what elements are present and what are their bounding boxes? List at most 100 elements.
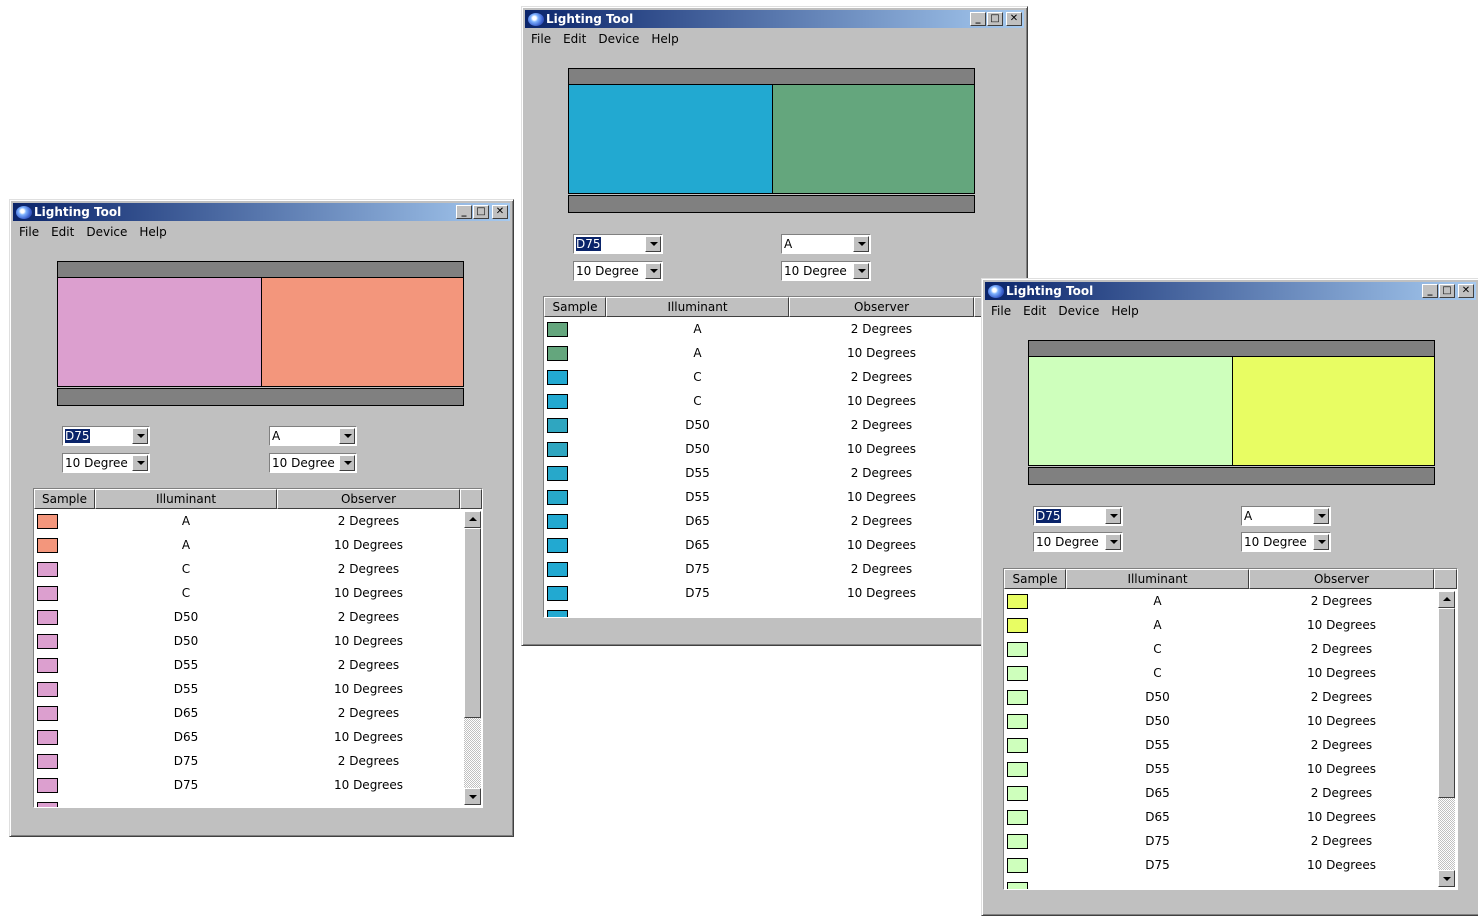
observer-select-left[interactable]: 10 Degree: [1033, 532, 1123, 552]
sample-list[interactable]: Sample Illuminant Observer A 2 Degrees A 10…: [1003, 568, 1458, 890]
observer-cell: 10 Degrees: [333, 778, 403, 792]
chevron-down-icon[interactable]: [132, 455, 148, 471]
close-icon[interactable]: ✕: [492, 205, 508, 219]
menu-device[interactable]: Device: [592, 30, 645, 50]
column-header-blank: [460, 489, 482, 509]
title-bar[interactable]: Lighting Tool _ □ ✕: [13, 203, 510, 221]
illuminant-cell: A: [1153, 618, 1162, 632]
title-bar[interactable]: Lighting Tool _ □ ✕: [985, 282, 1476, 300]
column-header-sample[interactable]: Sample: [544, 297, 606, 317]
column-header-sample[interactable]: Sample: [1004, 569, 1066, 589]
column-header-illuminant[interactable]: Illuminant: [95, 489, 277, 509]
illuminant-cell: D75: [685, 586, 710, 600]
scroll-up-icon[interactable]: [464, 511, 481, 528]
observer-cell: 2 Degrees: [337, 610, 400, 624]
lighting-tool-window-1: Lighting Tool _ □ ✕ File Edit Device Hel…: [9, 199, 514, 837]
menu-device[interactable]: Device: [80, 223, 133, 243]
menu-device[interactable]: Device: [1052, 302, 1105, 322]
title-bar[interactable]: Lighting Tool _ □ ✕: [525, 10, 1024, 28]
scroll-down-icon[interactable]: [464, 788, 481, 805]
column-header-observer[interactable]: Observer: [1249, 569, 1434, 589]
menu-file[interactable]: File: [13, 223, 45, 243]
sample-swatch: [547, 586, 568, 601]
column-header-sample[interactable]: Sample: [34, 489, 95, 509]
maximize-icon[interactable]: □: [473, 205, 489, 219]
menu-help[interactable]: Help: [133, 223, 172, 243]
illuminant-cell: D55: [1145, 762, 1170, 776]
observer-cell: 2 Degrees: [850, 514, 913, 528]
vertical-scrollbar[interactable]: [464, 511, 481, 805]
chevron-down-icon[interactable]: [1313, 508, 1329, 524]
sample-swatch: [1007, 834, 1028, 849]
observer-select-left[interactable]: 10 Degree: [573, 261, 663, 281]
sample-swatch: [37, 610, 58, 625]
sample-swatch: [1007, 786, 1028, 801]
illuminant-select-left[interactable]: D75: [573, 234, 663, 254]
chevron-down-icon[interactable]: [339, 428, 355, 444]
column-header-illuminant[interactable]: Illuminant: [606, 297, 789, 317]
sample-list[interactable]: Sample Illuminant Observer A 2 Degrees A 10…: [33, 488, 483, 808]
menu-help[interactable]: Help: [1105, 302, 1144, 322]
menu-help[interactable]: Help: [645, 30, 684, 50]
illuminant-cell: D75: [685, 562, 710, 576]
list-header: Sample Illuminant Observer: [34, 489, 482, 509]
sample-swatch: [547, 538, 568, 553]
illuminant-select-left[interactable]: D75: [1033, 506, 1123, 526]
minimize-icon[interactable]: _: [970, 12, 986, 26]
scroll-thumb[interactable]: [1438, 608, 1455, 798]
illuminant-select-right[interactable]: A: [1241, 506, 1331, 526]
sample-list[interactable]: Sample Illuminant Observer A 2 Degrees A 10…: [543, 296, 1005, 618]
column-header-illuminant[interactable]: Illuminant: [1066, 569, 1249, 589]
observer-cell: 2 Degrees: [850, 418, 913, 432]
illuminant-select-right[interactable]: A: [269, 426, 357, 446]
illuminant-select-left[interactable]: D75: [62, 426, 150, 446]
chevron-down-icon[interactable]: [1105, 534, 1121, 550]
chevron-down-icon[interactable]: [132, 428, 148, 444]
column-header-observer[interactable]: Observer: [277, 489, 460, 509]
color-preview: [57, 261, 464, 409]
menu-file[interactable]: File: [985, 302, 1017, 322]
menu-edit[interactable]: Edit: [557, 30, 592, 50]
observer-select-right-value: 10 Degree: [1244, 535, 1307, 549]
minimize-icon[interactable]: _: [456, 205, 472, 219]
illuminant-cell: A: [1153, 594, 1162, 608]
scroll-down-icon[interactable]: [1438, 870, 1455, 887]
chevron-down-icon[interactable]: [853, 263, 869, 279]
observer-cell: 10 Degrees: [1306, 858, 1376, 872]
sample-swatch: [547, 370, 568, 385]
observer-select-right[interactable]: 10 Degree: [1241, 532, 1331, 552]
observer-cell: 10 Degrees: [1306, 810, 1376, 824]
chevron-down-icon[interactable]: [853, 236, 869, 252]
chevron-down-icon[interactable]: [1313, 534, 1329, 550]
chevron-down-icon[interactable]: [1105, 508, 1121, 524]
sample-swatch: [37, 778, 58, 793]
close-icon[interactable]: ✕: [1006, 12, 1022, 26]
maximize-icon[interactable]: □: [987, 12, 1003, 26]
observer-select-left[interactable]: 10 Degree: [62, 453, 150, 473]
minimize-icon[interactable]: _: [1422, 284, 1438, 298]
scroll-up-icon[interactable]: [1438, 591, 1455, 608]
chevron-down-icon[interactable]: [645, 263, 661, 279]
illuminant-cell: C: [1153, 666, 1162, 680]
illuminant-cell: D65: [173, 730, 199, 744]
preview-bottom-band: [57, 388, 464, 406]
observer-select-right[interactable]: 10 Degree: [781, 261, 871, 281]
illuminant-select-left-value: D75: [575, 237, 602, 251]
chevron-down-icon[interactable]: [645, 236, 661, 252]
close-icon[interactable]: ✕: [1458, 284, 1474, 298]
observer-select-right[interactable]: 10 Degree: [269, 453, 357, 473]
menu-edit[interactable]: Edit: [1017, 302, 1052, 322]
column-header-observer[interactable]: Observer: [789, 297, 974, 317]
sample-swatch: [37, 514, 58, 529]
illuminant-select-right[interactable]: A: [781, 234, 871, 254]
observer-cell: 2 Degrees: [337, 754, 400, 768]
observer-select-left-value: 10 Degree: [1036, 535, 1099, 549]
maximize-icon[interactable]: □: [1439, 284, 1455, 298]
sample-swatch: [547, 490, 568, 505]
vertical-scrollbar[interactable]: [1438, 591, 1455, 887]
chevron-down-icon[interactable]: [339, 455, 355, 471]
menu-file[interactable]: File: [525, 30, 557, 50]
illuminant-cell: A: [181, 514, 191, 528]
menu-edit[interactable]: Edit: [45, 223, 80, 243]
scroll-thumb[interactable]: [464, 528, 481, 718]
